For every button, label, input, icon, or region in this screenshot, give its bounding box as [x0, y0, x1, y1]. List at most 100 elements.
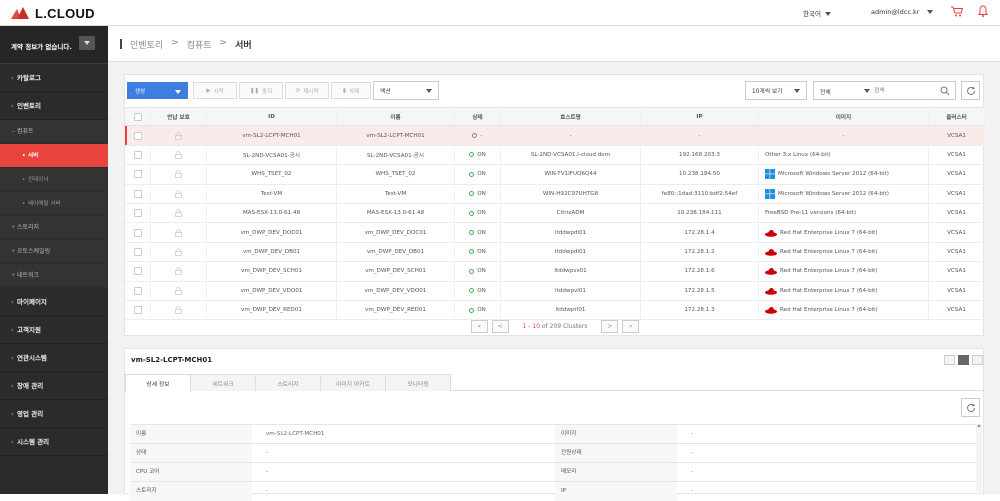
tab-network[interactable]: 네트워크 — [190, 374, 256, 391]
row-checkbox[interactable] — [133, 306, 142, 315]
first-page-button[interactable]: « — [470, 319, 488, 333]
cell-image: Red Hat Enterprise Linux 7 (64-bit) — [759, 223, 929, 242]
contract-dropdown-button[interactable] — [79, 36, 95, 50]
create-button[interactable]: 생성 — [127, 82, 188, 99]
sidebar-item-sales[interactable]: › 영업 관리 — [0, 400, 108, 428]
row-checkbox[interactable] — [133, 189, 142, 198]
tab-image-archive[interactable]: 이미지 아카트 — [320, 374, 386, 391]
sidebar-item-related-systems[interactable]: › 연관시스템 — [0, 344, 108, 372]
header-image[interactable]: 이미지 — [759, 108, 929, 126]
sidebar-item-network[interactable]: +네트워크 — [0, 264, 108, 288]
search-filter-select[interactable]: 전체 — [820, 87, 831, 96]
detail-value: - — [266, 469, 269, 475]
cell-hostname: SL-2ND-VCSA01.l-cloud.dom — [501, 145, 641, 165]
sidebar-item-catalog[interactable]: › 카탈로그 — [0, 64, 108, 92]
lock-icon[interactable] — [175, 267, 182, 276]
refresh-button[interactable] — [961, 81, 980, 100]
row-checkbox[interactable] — [133, 228, 142, 237]
lock-icon[interactable] — [175, 170, 182, 179]
table-row[interactable]: vm-SL2-LCPT-MCH01 vm-SL2-LCPT-MCH01- - - - VC… — [125, 126, 985, 146]
header-hostname[interactable]: 호스트명 — [501, 108, 641, 126]
detail-value: - — [266, 488, 269, 494]
page-size-select[interactable]: 10개씩 보기 — [745, 81, 807, 100]
lock-icon[interactable] — [175, 189, 182, 198]
breadcrumb-inventory[interactable]: 인벤토리 — [130, 38, 163, 51]
lock-icon[interactable] — [175, 248, 182, 256]
status-text: ON — [477, 307, 486, 314]
cell-image: Red Hat Enterprise Linux 7 (64-bit) — [759, 262, 929, 281]
detail-label: 이름 — [130, 425, 252, 444]
tab-details[interactable]: 상세 정보 — [125, 374, 191, 392]
layout-top-icon[interactable] — [944, 355, 955, 365]
lock-icon[interactable] — [175, 151, 182, 159]
sidebar-item-container[interactable]: • 컨테이너 — [0, 168, 108, 192]
tab-monitoring[interactable]: 모니터링 — [385, 374, 451, 391]
logo[interactable]: L.CLOUD — [11, 4, 95, 22]
search-input[interactable] — [874, 85, 934, 97]
sidebar-item-server[interactable]: • 서버 — [0, 144, 108, 168]
bell-icon[interactable] — [978, 5, 988, 17]
language-select[interactable]: 한국어 — [803, 8, 831, 18]
next-page-button[interactable]: > — [601, 319, 619, 333]
detail-scrollbar[interactable] — [976, 424, 982, 495]
table-row[interactable]: vm_DWP_DEV_VDO01 vm_DWP_DEV_VDO01 ON ltddwp… — [125, 281, 985, 301]
header-cluster[interactable]: 클러스터 — [929, 108, 985, 126]
prev-page-button[interactable]: < — [491, 319, 509, 333]
row-checkbox[interactable] — [133, 286, 142, 295]
last-page-button[interactable]: » — [622, 319, 640, 333]
delete-button[interactable]: ▮ 삭제 — [331, 82, 371, 99]
row-checkbox[interactable] — [133, 131, 142, 140]
row-checkbox[interactable] — [133, 247, 142, 256]
cell-ip: 192.168.203.3 — [641, 145, 759, 165]
header-status[interactable]: 상태 — [455, 108, 501, 126]
detail-refresh-button[interactable] — [961, 398, 980, 417]
row-checkbox[interactable] — [133, 209, 142, 218]
sidebar-item-incident[interactable]: › 장애 관리 — [0, 372, 108, 400]
row-checkbox[interactable] — [133, 170, 142, 179]
header-return-protect[interactable]: 반납 보호 — [151, 108, 207, 126]
row-checkbox[interactable] — [133, 150, 142, 159]
stop-button[interactable]: ❚❚ 중지 — [239, 82, 283, 99]
sidebar-item-system[interactable]: › 시스템 관리 — [0, 428, 108, 456]
detail-tabs: 상세 정보 네트워크 스토리지 이미지 아카트 모니터링 — [125, 374, 985, 392]
tab-storage[interactable]: 스토리지 — [255, 374, 321, 391]
header-name[interactable]: 이름 — [337, 108, 455, 126]
row-checkbox[interactable] — [133, 267, 142, 276]
table-row[interactable]: Test-VM Test-VM ON WIN-H92C97UHTG8 fe80::1da… — [125, 184, 985, 204]
layout-bottom-icon[interactable] — [972, 355, 983, 365]
chevron-down-icon — [794, 89, 800, 93]
lock-icon[interactable] — [175, 209, 182, 218]
sidebar-item-inventory[interactable]: › 인벤토리 — [0, 92, 108, 120]
breadcrumb-compute[interactable]: 컴퓨트 — [187, 38, 212, 51]
lock-icon[interactable] — [175, 306, 182, 315]
table-row[interactable]: vm_DWP_DEV_DB01 vm_DWP_DEV_DB01 ON ltddwpdl… — [125, 242, 985, 263]
layout-split-icon[interactable] — [958, 355, 969, 365]
sidebar-item-baremetal[interactable]: • 베어메탈 서버 — [0, 192, 108, 216]
table-row[interactable]: WHS_TSET_02 WHS_TSET_02 ON WIN-TV1IFUQ6Q44 1… — [125, 165, 985, 185]
header-ip[interactable]: IP — [641, 108, 759, 126]
cart-icon[interactable] — [951, 6, 963, 17]
detail-label: IP — [555, 482, 677, 501]
lock-icon[interactable] — [175, 131, 182, 140]
breadcrumb-trail: 인벤토리 > 컴퓨트 > 서버 — [130, 38, 252, 51]
detail-value: - — [691, 488, 694, 494]
sidebar-item-support[interactable]: › 고객지원 — [0, 316, 108, 344]
sidebar-item-autoscaling[interactable]: +오토스케일링 — [0, 240, 108, 264]
sidebar-item-compute[interactable]: −컴퓨트 — [0, 120, 108, 144]
table-row[interactable]: vm_DWP_DEV_DOC01 vm_DWP_DEV_DOC01 ON ltddwp… — [125, 223, 985, 243]
action-select[interactable]: 액션 — [373, 81, 439, 100]
lock-icon[interactable] — [175, 228, 182, 237]
search-icon[interactable] — [940, 86, 950, 96]
table-row[interactable]: MAS-ESX-13.0-61.48 MAS-ESX-13.0-61.48 ON Ci… — [125, 204, 985, 224]
user-menu[interactable]: admin@ldcc.kr — [871, 8, 934, 16]
restart-button[interactable]: ⟳ 재시작 — [285, 82, 329, 99]
start-button[interactable]: ▶ 시작 — [193, 82, 237, 99]
sidebar-item-storage[interactable]: +스토리지 — [0, 216, 108, 240]
table-row[interactable]: vm_DWP_DEV_SCH01 vm_DWP_DEV_SCH01 ON ltddwp… — [125, 262, 985, 282]
sidebar-item-mypage[interactable]: › 마이페이지 — [0, 288, 108, 316]
lock-icon[interactable] — [175, 286, 182, 295]
header-id[interactable]: ID — [207, 108, 337, 126]
cell-cluster: VCSA1 — [929, 242, 985, 262]
select-all-checkbox[interactable] — [133, 112, 142, 121]
table-row[interactable]: SL-2ND-VCSA01-공시 SL-2ND-VCSA01-공시 ON SL-2ND… — [125, 145, 985, 166]
